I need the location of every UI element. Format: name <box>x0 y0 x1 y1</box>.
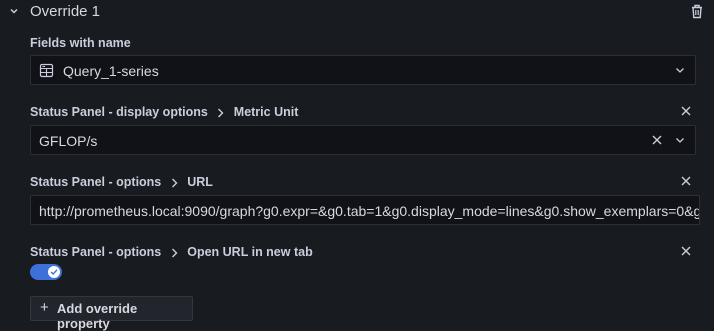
property-name: Metric Unit <box>233 105 299 119</box>
override-header[interactable]: Override 1 <box>0 0 714 26</box>
metric-unit-label: Status Panel - display options Metric Un… <box>30 105 298 119</box>
remove-property-icon[interactable] <box>681 246 691 256</box>
check-icon <box>50 269 58 275</box>
plus-icon: + <box>40 299 49 316</box>
toggle-knob <box>48 266 60 278</box>
property-name: Open URL in new tab <box>187 245 313 259</box>
url-label: Status Panel - options URL <box>30 175 213 189</box>
trash-icon[interactable] <box>690 4 704 19</box>
open-in-new-tab-label: Status Panel - options Open URL in new t… <box>30 245 313 259</box>
chevron-right-icon <box>171 178 178 188</box>
chevron-down-icon[interactable] <box>675 67 685 74</box>
chevron-down-icon[interactable] <box>8 5 20 17</box>
metric-unit-value: GFLOP/s <box>39 133 98 149</box>
open-in-new-tab-toggle[interactable] <box>30 264 62 280</box>
chevron-right-icon <box>218 108 224 118</box>
add-override-property-label: Add override property <box>57 301 138 331</box>
fields-with-name-label: Fields with name <box>30 36 131 50</box>
property-category: Status Panel - options <box>30 175 162 189</box>
chevron-right-icon <box>171 248 178 258</box>
fields-with-name-value: Query_1-series <box>63 63 159 79</box>
add-override-property-button[interactable]: + Add override property <box>30 296 193 331</box>
url-input[interactable]: http://prometheus.local:9090/graph?g0.ex… <box>30 195 700 225</box>
url-value[interactable]: http://prometheus.local:9090/graph?g0.ex… <box>39 203 699 219</box>
clear-icon[interactable] <box>652 135 662 145</box>
property-category: Status Panel - options <box>30 245 162 259</box>
property-name: URL <box>187 175 213 189</box>
remove-property-icon[interactable] <box>681 106 691 116</box>
metric-unit-select[interactable]: GFLOP/s <box>30 125 696 155</box>
property-category: Status Panel - display options <box>30 105 208 119</box>
fields-with-name-select[interactable]: Query_1-series <box>30 55 696 85</box>
chevron-down-icon[interactable] <box>675 137 685 144</box>
override-title: Override 1 <box>30 3 101 20</box>
table-fields-icon <box>39 63 54 78</box>
remove-property-icon[interactable] <box>681 176 691 186</box>
